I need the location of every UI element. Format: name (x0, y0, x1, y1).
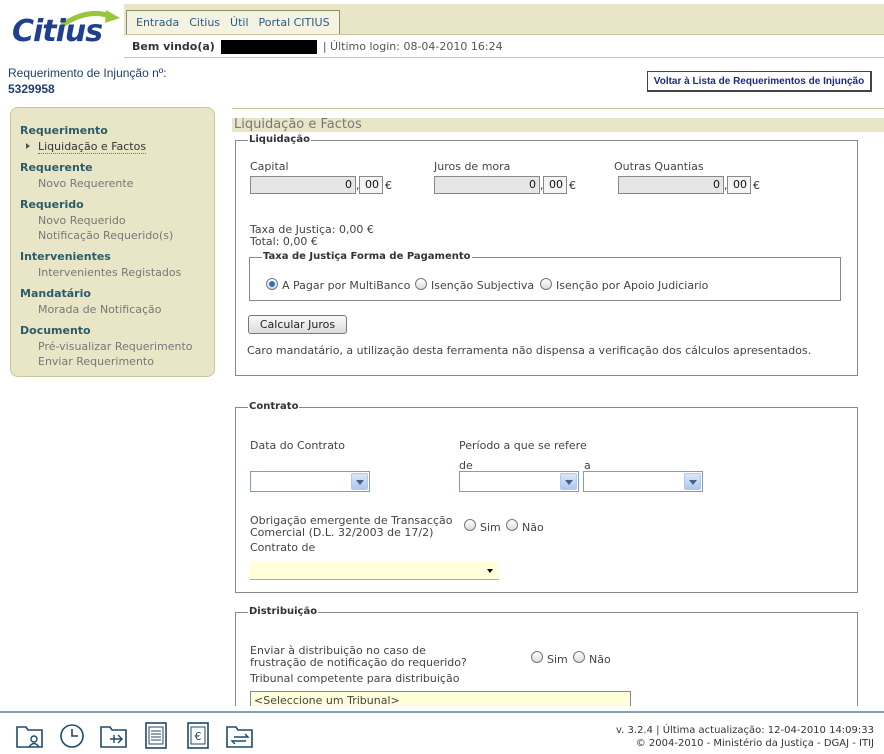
contrato-legend: Contrato (248, 401, 300, 413)
sidebar-item-morada-notificacao[interactable]: Morada de Notificação (20, 302, 214, 317)
liquidacao-fieldset: Liquidação Capital 0 , 00 € Juros de mor… (235, 134, 858, 376)
distribuicao-legend: Distribuição (248, 606, 319, 618)
outras-quantias-input[interactable]: 0 (618, 176, 724, 194)
document-euro-icon[interactable]: € (182, 719, 214, 751)
logo-text: Citius (12, 14, 103, 49)
radio-distribuicao-nao[interactable] (573, 651, 585, 663)
data-contrato-select[interactable] (250, 471, 370, 492)
citius-logo[interactable]: Citius (0, 0, 124, 60)
dropdown-arrow-icon (487, 569, 493, 573)
radio-multibanco[interactable] (266, 278, 278, 290)
juros-mora-currency: € (569, 179, 576, 192)
section-header: Liquidação e Factos (232, 108, 884, 132)
radio-isencao-subjectiva[interactable] (415, 278, 427, 290)
contrato-de-select[interactable] (250, 562, 499, 580)
contrato-fieldset: Contrato Data do Contrato Período a que … (235, 401, 858, 593)
current-item-arrow-icon (26, 143, 30, 149)
sidebar-section-requerente[interactable]: Requerente (20, 159, 214, 176)
obrigacao-nao-label: Não (522, 521, 544, 534)
radio-isencao-apoio-judiciario[interactable] (540, 278, 552, 290)
menu-entrada[interactable]: Entrada (131, 16, 184, 29)
sidebar-section-requerido[interactable]: Requerido (20, 196, 214, 213)
radio-obrigacao-nao[interactable] (506, 519, 518, 531)
tribunal-label: Tribunal competente para distribuição (250, 672, 460, 685)
periodo-label: Período a que se refere (459, 439, 587, 452)
data-contrato-label: Data do Contrato (250, 439, 345, 452)
top-menu: Entrada Citius Útil Portal CITIUS (126, 10, 340, 34)
folder-user-icon[interactable] (14, 719, 46, 751)
outras-quantias-cents-input[interactable]: 00 (727, 176, 751, 194)
chevron-down-icon (684, 473, 701, 490)
version-info: v. 3.2.4 | Última actualização: 12-04-20… (616, 724, 874, 750)
distribuicao-sim-label: Sim (547, 653, 568, 666)
juros-mora-cents-input[interactable]: 00 (543, 176, 567, 194)
sidebar-section-documento[interactable]: Documento (20, 322, 214, 339)
enviar-label-line2: frustração de notificação do requerido? (250, 656, 467, 669)
multibanco-label: A Pagar por MultiBanco (282, 279, 411, 292)
back-to-list-button[interactable]: Voltar à Lista de Requerimentos de Injun… (647, 71, 872, 92)
menu-util[interactable]: Útil (225, 16, 253, 29)
version-line: v. 3.2.4 | Última actualização: 12-04-20… (616, 725, 874, 736)
clock-icon[interactable] (56, 719, 88, 751)
obrigacao-sim-label: Sim (480, 521, 501, 534)
outras-quantias-label: Outras Quantias (614, 160, 704, 173)
capital-label: Capital (250, 160, 289, 173)
sidebar-item-notificacao-requerido[interactable]: Notificação Requerido(s) (20, 228, 214, 243)
total-value: Total: 0,00 € (250, 235, 318, 248)
obrigacao-label-line2: Comercial (D.L. 32/2003 de 17/2) (250, 526, 434, 539)
menu-citius[interactable]: Citius (184, 16, 225, 29)
chevron-down-icon (351, 473, 368, 490)
distribuicao-nao-label: Não (589, 653, 611, 666)
sidebar-item-novo-requerente[interactable]: Novo Requerente (20, 176, 214, 191)
periodo-de-select[interactable] (459, 471, 579, 492)
sidebar: Requerimento Liquidação e Factos Requere… (10, 107, 215, 377)
svg-text:€: € (195, 730, 202, 743)
liquidacao-legend: Liquidação (248, 134, 311, 146)
calcular-juros-button[interactable]: Calcular Juros (248, 315, 347, 334)
redacted-username (220, 39, 317, 54)
forma-pagamento-legend: Taxa de Justiça Forma de Pagamento (262, 251, 472, 263)
menu-portal-citius[interactable]: Portal CITIUS (254, 16, 335, 29)
periodo-a-select[interactable] (583, 471, 703, 492)
section-title: Liquidação e Factos (234, 117, 362, 132)
header: Citius Entrada Citius Útil Portal CITIUS… (0, 0, 884, 60)
juros-mora-label: Juros de mora (434, 160, 511, 173)
last-login: | Último login: 08-04-2010 16:24 (322, 40, 503, 53)
sidebar-item-liquidacao-factos[interactable]: Liquidação e Factos (38, 139, 147, 154)
outras-quantias-currency: € (753, 179, 760, 192)
radio-distribuicao-sim[interactable] (531, 651, 543, 663)
capital-cents-input[interactable]: 00 (359, 176, 383, 194)
copyright-line: © 2004-2010 - Ministério da Justiça - DG… (635, 738, 874, 749)
folder-move-icon[interactable] (98, 719, 130, 751)
juros-mora-input[interactable]: 0 (434, 176, 540, 194)
radio-obrigacao-sim[interactable] (464, 519, 476, 531)
folder-transfer-icon[interactable] (224, 719, 256, 751)
capital-input[interactable]: 0 (250, 176, 356, 194)
document-list-icon[interactable] (140, 719, 172, 751)
isencao-subjectiva-label: Isenção Subjectiva (431, 279, 535, 292)
contrato-de-label: Contrato de (250, 541, 316, 554)
request-title: Requerimento de Injunção nº: (8, 66, 167, 80)
sidebar-section-intervenientes[interactable]: Intervenientes (20, 248, 214, 265)
capital-currency: € (385, 179, 392, 192)
sidebar-section-mandatario[interactable]: Mandatário (20, 285, 214, 302)
isencao-apoio-judiciario-label: Isenção por Apoio Judiciario (556, 279, 709, 292)
welcome-bar: Bem vindo(a) | Último login: 08-04-2010 … (124, 36, 884, 58)
sidebar-item-novo-requerido[interactable]: Novo Requerido (20, 213, 214, 228)
sidebar-item-pre-visualizar[interactable]: Pré-visualizar Requerimento (20, 339, 214, 354)
sidebar-item-enviar-requerimento[interactable]: Enviar Requerimento (20, 354, 214, 369)
welcome-label: Bem vindo(a) (132, 40, 215, 53)
calculation-notice: Caro mandatário, a utilização desta ferr… (247, 344, 812, 357)
forma-pagamento-fieldset: Taxa de Justiça Forma de Pagamento A Pag… (249, 251, 841, 301)
request-number: 5329958 (8, 82, 55, 96)
chevron-down-icon (560, 473, 577, 490)
sidebar-item-intervenientes-registados[interactable]: Intervenientes Registados (20, 265, 214, 280)
footer-divider (0, 711, 884, 713)
footer-icons: € (14, 719, 256, 751)
sidebar-section-requerimento[interactable]: Requerimento (20, 122, 214, 139)
